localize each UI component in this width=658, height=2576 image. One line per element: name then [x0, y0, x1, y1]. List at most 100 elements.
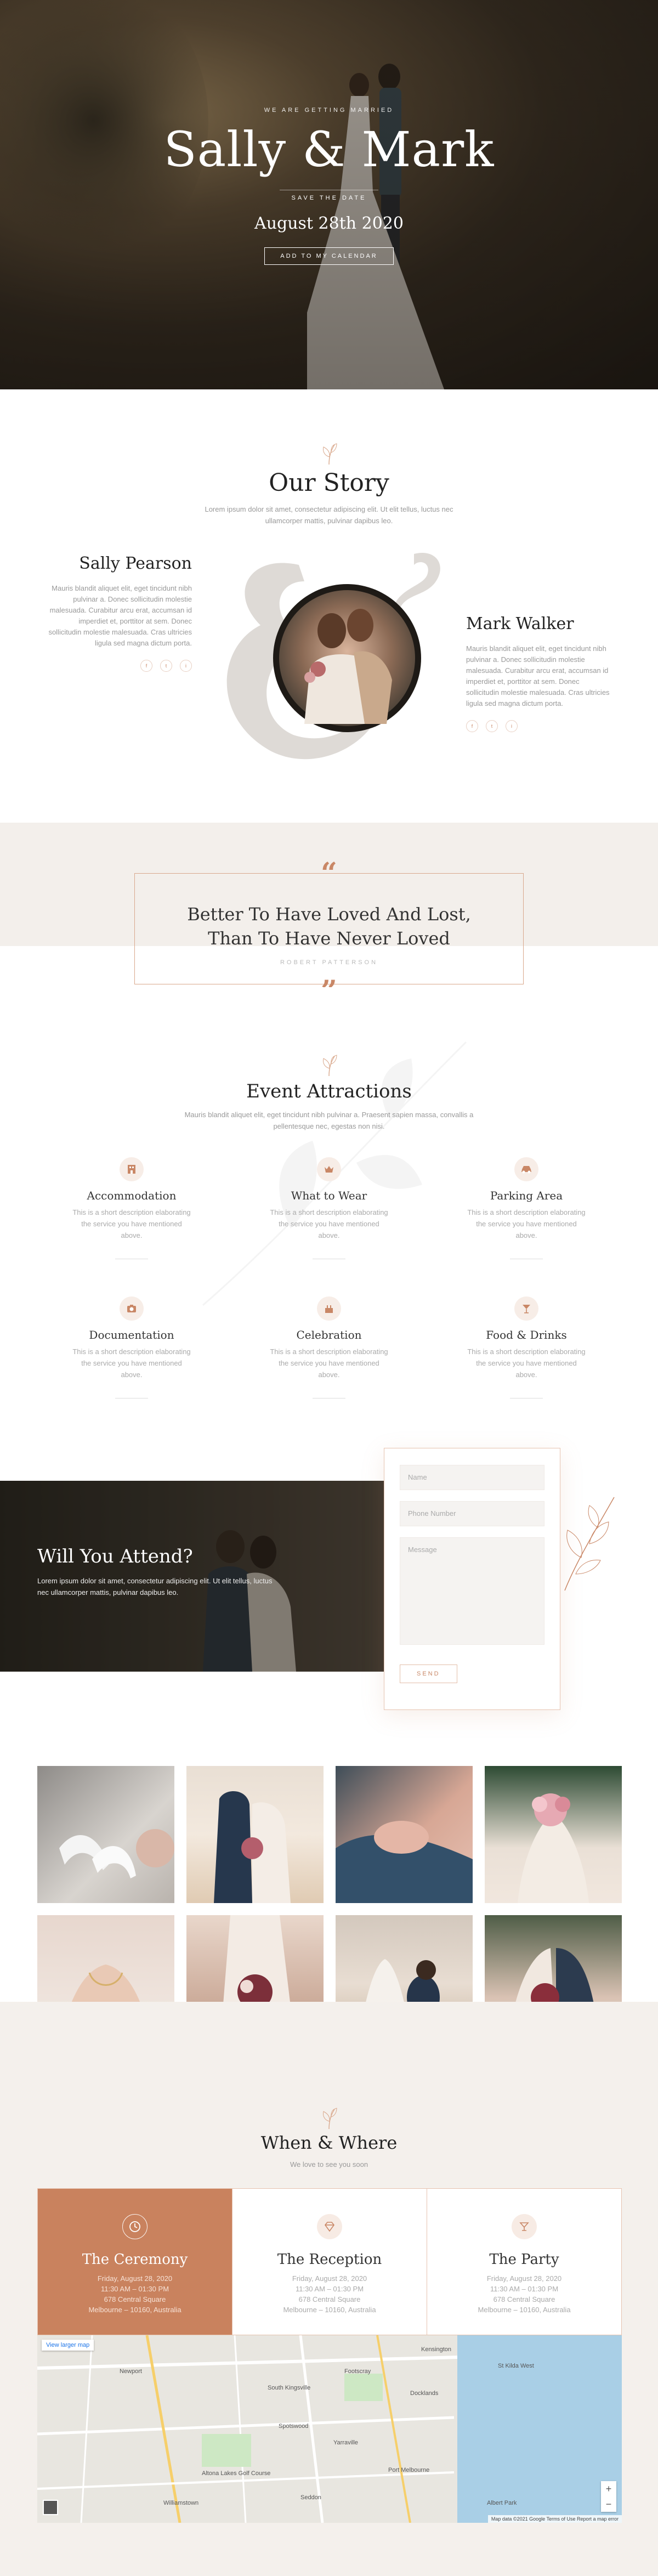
message-textarea[interactable]: Message: [400, 1537, 544, 1645]
google-map[interactable]: Newport Altona Lakes Golf Course William…: [37, 2335, 622, 2523]
event-item: Documentation This is a short descriptio…: [33, 1297, 230, 1399]
quote-author: Robert Patterson: [280, 959, 378, 966]
divider: [510, 1398, 543, 1399]
card-details: Friday, August 28, 2020 11:30 AM – 01:30…: [232, 2273, 427, 2315]
cocktail-icon: [512, 2214, 537, 2239]
event-attractions-section: Event Attractions Mauris blandit aliquet…: [0, 987, 658, 1437]
zoom-out-button[interactable]: −: [601, 2496, 616, 2512]
map-attribution[interactable]: Map data ©2021 Google Terms of Use Repor…: [487, 2515, 622, 2523]
event-title: Accommodation: [87, 1189, 177, 1202]
event-title: Documentation: [89, 1328, 174, 1341]
gallery-photo-beach-couple[interactable]: [186, 1766, 324, 1903]
rsvp-section: Will You Attend? Lorem ipsum dolor sit a…: [0, 1437, 658, 1750]
card-reception[interactable]: The Reception Friday, August 28, 2020 11…: [232, 2189, 427, 2335]
map-label: South Kingsville: [268, 2385, 311, 2391]
hero-section: We are getting married Sally & Mark Save…: [0, 0, 658, 389]
quote-line-1: Better To Have Loved And Lost,: [187, 904, 471, 925]
rsvp-text: Lorem ipsum dolor sit amet, consectetur …: [37, 1577, 273, 1596]
story-title: Our Story: [269, 469, 389, 497]
card-date: Friday, August 28, 2020: [486, 2274, 562, 2283]
groom-profile: Mark Walker Mauris blandit aliquet elit,…: [466, 614, 614, 732]
car-icon: [514, 1157, 538, 1181]
rsvp-title: Will You Attend?: [37, 1545, 193, 1567]
cocktail-icon: [514, 1297, 538, 1321]
bride-name: Sally Pearson: [79, 554, 192, 573]
event-title: Food & Drinks: [486, 1328, 567, 1341]
groom-bio: Mauris blandit aliquet elit, eget tincid…: [466, 644, 610, 707]
map-label: Spotswood: [279, 2423, 309, 2430]
card-time: 11:30 AM – 01:30 PM: [100, 2285, 169, 2293]
event-title: What to Wear: [291, 1189, 367, 1202]
card-time: 11:30 AM – 01:30 PM: [490, 2285, 559, 2293]
camera-icon: [120, 1297, 144, 1321]
cake-icon: [317, 1297, 341, 1321]
event-desc: This is a short description elaborating …: [467, 1208, 586, 1239]
card-city: Melbourne – 10160, Australia: [88, 2306, 181, 2314]
rsvp-form: Name Phone Number Message Send: [384, 1448, 560, 1710]
facebook-icon[interactable]: f: [466, 720, 478, 732]
bride-profile: Sally Pearson Mauris blandit aliquet eli…: [44, 554, 192, 672]
twitter-icon[interactable]: t: [160, 660, 172, 672]
add-to-calendar-button[interactable]: Add to my calendar: [264, 247, 394, 265]
event-desc: This is a short description elaborating …: [72, 1208, 191, 1239]
send-button[interactable]: Send: [400, 1665, 457, 1683]
event-desc: This is a short description elaborating …: [72, 1348, 191, 1379]
map-label: Kensington: [421, 2346, 452, 2353]
card-city: Melbourne – 10160, Australia: [283, 2306, 376, 2314]
hero-eyebrow: We are getting married: [264, 107, 394, 114]
card-party[interactable]: The Party Friday, August 28, 2020 11:30 …: [427, 2189, 621, 2335]
groom-socials: f t i: [466, 720, 614, 732]
name-input[interactable]: Name: [400, 1465, 544, 1490]
leaf-icon: [323, 443, 337, 465]
gallery-photo-shoes[interactable]: [37, 1766, 174, 1903]
view-larger-map-link[interactable]: View larger map: [42, 2340, 94, 2351]
divider: [313, 1398, 345, 1399]
rsvp-background-photo: Will You Attend? Lorem ipsum dolor sit a…: [0, 1481, 384, 1672]
phone-input[interactable]: Phone Number: [400, 1501, 544, 1526]
open-quote-icon: “: [321, 857, 337, 890]
card-city: Melbourne – 10160, Australia: [478, 2306, 571, 2314]
event-desc: This is a short description elaborating …: [270, 1348, 388, 1379]
events-grid: Accommodation This is a short descriptio…: [33, 1157, 625, 1399]
bride-bio: Mauris blandit aliquet elit, eget tincid…: [48, 584, 192, 647]
event-desc: This is a short description elaborating …: [467, 1348, 586, 1379]
groom-name: Mark Walker: [466, 614, 574, 633]
event-item: What to Wear This is a short description…: [230, 1157, 428, 1259]
card-street: 678 Central Square: [298, 2295, 361, 2303]
zoom-in-button[interactable]: +: [601, 2481, 616, 2496]
story-subtitle: Lorem ipsum dolor sit amet, consectetur …: [205, 505, 453, 525]
map-label: Altona Lakes Golf Course: [202, 2470, 271, 2477]
facebook-icon[interactable]: f: [140, 660, 152, 672]
event-item: Celebration This is a short description …: [230, 1297, 428, 1399]
leaf-icon: [323, 2108, 337, 2130]
map-zoom-controls: + −: [601, 2481, 616, 2512]
event-title: Celebration: [296, 1328, 362, 1341]
save-the-date-label: Save the date: [280, 190, 378, 201]
map-label: Williamstown: [163, 2500, 199, 2506]
card-title: The Party: [489, 2251, 559, 2268]
card-details: Friday, August 28, 2020 11:30 AM – 01:30…: [427, 2273, 621, 2315]
instagram-icon[interactable]: i: [506, 720, 518, 732]
instagram-icon[interactable]: i: [180, 660, 192, 672]
when-where-title: When & Where: [260, 2132, 398, 2153]
event-title: Parking Area: [490, 1189, 563, 1202]
card-details: Friday, August 28, 2020 11:30 AM – 01:30…: [38, 2273, 232, 2315]
gallery-section: [0, 1750, 658, 2052]
hero-content: We are getting married Sally & Mark Save…: [0, 107, 658, 265]
ampersand-couple-photo: [226, 553, 440, 760]
when-where-section: When & Where We love to see you soon The…: [0, 2002, 658, 2576]
card-title: The Ceremony: [82, 2251, 188, 2268]
card-ceremony[interactable]: The Ceremony Friday, August 28, 2020 11:…: [38, 2189, 232, 2335]
gallery-photo-rings[interactable]: [336, 1766, 473, 1903]
map-label: Docklands: [410, 2390, 439, 2397]
twitter-icon[interactable]: t: [486, 720, 498, 732]
pegman-icon[interactable]: [43, 2500, 58, 2515]
map-label: Seddon: [300, 2494, 321, 2501]
map-label: Albert Park: [487, 2500, 517, 2506]
event-desc: This is a short description elaborating …: [270, 1208, 388, 1239]
gallery-photo-bouquet[interactable]: [485, 1766, 622, 1903]
crown-icon: [317, 1157, 341, 1181]
quote-line-2: Than To Have Never Loved: [208, 928, 450, 949]
card-title: The Reception: [277, 2251, 382, 2268]
floral-branch-icon: [564, 1497, 615, 1591]
